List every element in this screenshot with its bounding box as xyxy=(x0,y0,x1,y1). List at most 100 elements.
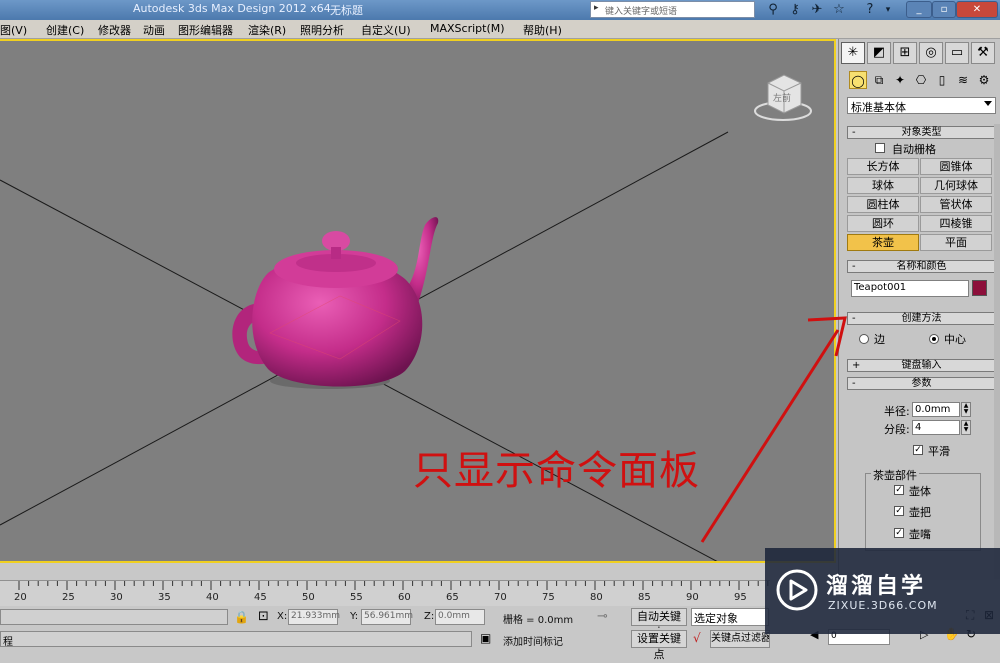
hierarchy-tab-icon[interactable]: ⊞ xyxy=(893,42,917,64)
segments-input[interactable]: 4 xyxy=(912,420,960,435)
edge-radio[interactable] xyxy=(859,334,869,344)
y-label: Y: xyxy=(350,611,359,622)
maximize-button[interactable]: ▫ xyxy=(932,1,956,18)
menu-create[interactable]: 创建(C) xyxy=(46,22,84,38)
help-dropdown-icon[interactable]: ▾ xyxy=(880,2,896,18)
exchange-icon[interactable]: ✈ xyxy=(809,2,825,18)
menu-maxscript[interactable]: MAXScript(M) xyxy=(430,22,505,35)
segments-spinner[interactable]: ▲ ▼ xyxy=(961,420,971,435)
spacewarps-icon[interactable]: ≋ xyxy=(954,71,972,89)
tick-label: 75 xyxy=(542,592,555,603)
geometry-icon[interactable]: ◯ xyxy=(849,71,867,89)
display-tab-icon[interactable]: ▭ xyxy=(945,42,969,64)
motion-tab-icon[interactable]: ◎ xyxy=(919,42,943,64)
systems-icon[interactable]: ⚙ xyxy=(975,71,993,89)
segments-label: 分段: xyxy=(884,423,910,436)
close-button[interactable]: ✕ xyxy=(956,1,998,18)
panel-scrollbar[interactable] xyxy=(994,124,1000,579)
smooth-checkbox[interactable]: ✓ xyxy=(913,445,923,455)
cylinder-button[interactable]: 圆柱体 xyxy=(847,196,919,213)
tube-button[interactable]: 管状体 xyxy=(920,196,992,213)
menu-lighting-analysis[interactable]: 照明分析 xyxy=(300,22,344,38)
minimize-button[interactable]: _ xyxy=(906,1,932,18)
center-radio[interactable] xyxy=(929,334,939,344)
edge-label: 边 xyxy=(874,333,885,346)
torus-button[interactable]: 圆环 xyxy=(847,215,919,232)
handle-checkbox[interactable]: ✓ xyxy=(894,506,904,516)
rollout-object-type[interactable]: - 对象类型 xyxy=(847,126,996,139)
auto-key-button[interactable]: 自动关键点 xyxy=(631,608,687,639)
key-filters-button[interactable]: 关键点过滤器... xyxy=(710,630,770,648)
object-color-swatch[interactable] xyxy=(972,280,987,296)
tick-label: 85 xyxy=(638,592,651,603)
help-icon[interactable]: ? xyxy=(862,2,878,18)
set-key-button[interactable]: 设置关键点 xyxy=(631,630,687,661)
rollout-creation-method[interactable]: - 创建方法 xyxy=(847,312,996,325)
category-value: 标准基本体 xyxy=(851,101,906,114)
cameras-icon[interactable]: ⎔ xyxy=(912,71,930,89)
cone-button[interactable]: 圆锥体 xyxy=(920,158,992,175)
y-coordinate-input[interactable]: 56.961mm xyxy=(361,609,413,625)
key-filter-icon[interactable]: √ xyxy=(693,631,701,645)
plane-button[interactable]: 平面 xyxy=(920,234,992,251)
document-title: 无标题 xyxy=(330,4,363,17)
rollout-parameters[interactable]: - 参数 xyxy=(847,377,996,390)
box-button[interactable]: 长方体 xyxy=(847,158,919,175)
body-checkbox[interactable]: ✓ xyxy=(894,485,904,495)
geosphere-button[interactable]: 几何球体 xyxy=(920,177,992,194)
menu-rendering[interactable]: 渲染(R) xyxy=(248,22,286,38)
chevron-down-icon xyxy=(984,101,992,106)
rollout-title: 对象类型 xyxy=(901,127,942,138)
menu-view[interactable]: 图(V) xyxy=(0,22,27,38)
menu-customize[interactable]: 自定义(U) xyxy=(361,22,411,38)
tick-label: 95 xyxy=(734,592,747,603)
search-input[interactable]: 键入关键字或短语 xyxy=(590,1,755,18)
rollout-title: 键盘输入 xyxy=(901,360,942,371)
selection-set-dropdown[interactable]: 选定对象 xyxy=(691,608,769,626)
watermark-brand: 溜溜自学 xyxy=(826,574,927,599)
favorite-star-icon[interactable]: ☆ xyxy=(831,2,847,18)
watermark-logo-icon xyxy=(776,569,818,611)
menu-modifiers[interactable]: 修改器 xyxy=(98,22,131,38)
key-mode-icon[interactable]: ⊸ xyxy=(597,609,608,624)
rollout-keyboard-entry[interactable]: + 键盘输入 xyxy=(847,359,996,372)
helpers-icon[interactable]: ▯ xyxy=(933,71,951,89)
time-tag-icon[interactable]: ▣ xyxy=(480,631,491,645)
object-name-input[interactable]: Teapot001 xyxy=(851,280,969,297)
lights-icon[interactable]: ✦ xyxy=(891,71,909,89)
x-coordinate-input[interactable]: 21.933mm xyxy=(288,609,340,625)
grid-size-text: 栅格 = 0.0mm xyxy=(503,615,574,626)
utilities-tab-icon[interactable]: ⚒ xyxy=(971,42,995,64)
z-label: Z: xyxy=(424,611,435,622)
viewcube-label[interactable]: 左前 xyxy=(773,91,791,104)
menu-animation[interactable]: 动画 xyxy=(143,22,165,38)
category-dropdown[interactable]: 标准基本体 xyxy=(847,97,996,114)
teapot-parts-label: 茶壶部件 xyxy=(871,467,919,483)
add-time-tag-label[interactable]: 添加时间标记 xyxy=(503,633,563,648)
rollout-name-color[interactable]: - 名称和颜色 xyxy=(847,260,996,273)
modify-tab-icon[interactable]: ◩ xyxy=(867,42,891,64)
lock-icon[interactable]: 🔒 xyxy=(234,610,249,624)
sphere-button[interactable]: 球体 xyxy=(847,177,919,194)
tick-label: 80 xyxy=(590,592,603,603)
radius-input[interactable]: 0.0mm xyxy=(912,402,960,417)
autogrid-checkbox[interactable] xyxy=(875,143,885,153)
handle-label: 壶把 xyxy=(909,506,931,519)
teapot-button[interactable]: 茶壶 xyxy=(847,234,919,251)
key-icon[interactable]: ⚷ xyxy=(787,2,803,18)
z-coordinate-input[interactable]: 0.0mm xyxy=(435,609,485,625)
tick-label: 25 xyxy=(62,592,75,603)
timeline-ruler[interactable]: 20 25 30 35 40 45 50 55 60 65 70 75 80 8… xyxy=(0,580,770,606)
spout-checkbox[interactable]: ✓ xyxy=(894,528,904,538)
absolute-mode-icon[interactable]: ⊡ xyxy=(258,609,269,624)
create-tab-icon[interactable]: ✳ xyxy=(841,42,865,64)
pyramid-button[interactable]: 四棱锥 xyxy=(920,215,992,232)
search-dropdown-icon[interactable]: ▸ xyxy=(594,3,599,13)
menu-graph-editors[interactable]: 图形编辑器 xyxy=(178,22,233,38)
radius-spinner[interactable]: ▲ ▼ xyxy=(961,402,971,417)
title-bar: Autodesk 3ds Max Design 2012 x64 无标题 ▸ 键… xyxy=(0,0,1000,20)
tick-label: 35 xyxy=(158,592,171,603)
binoculars-icon[interactable]: ⚲ xyxy=(765,2,781,18)
shapes-icon[interactable]: ⧉ xyxy=(870,71,888,89)
menu-help[interactable]: 帮助(H) xyxy=(523,22,562,38)
